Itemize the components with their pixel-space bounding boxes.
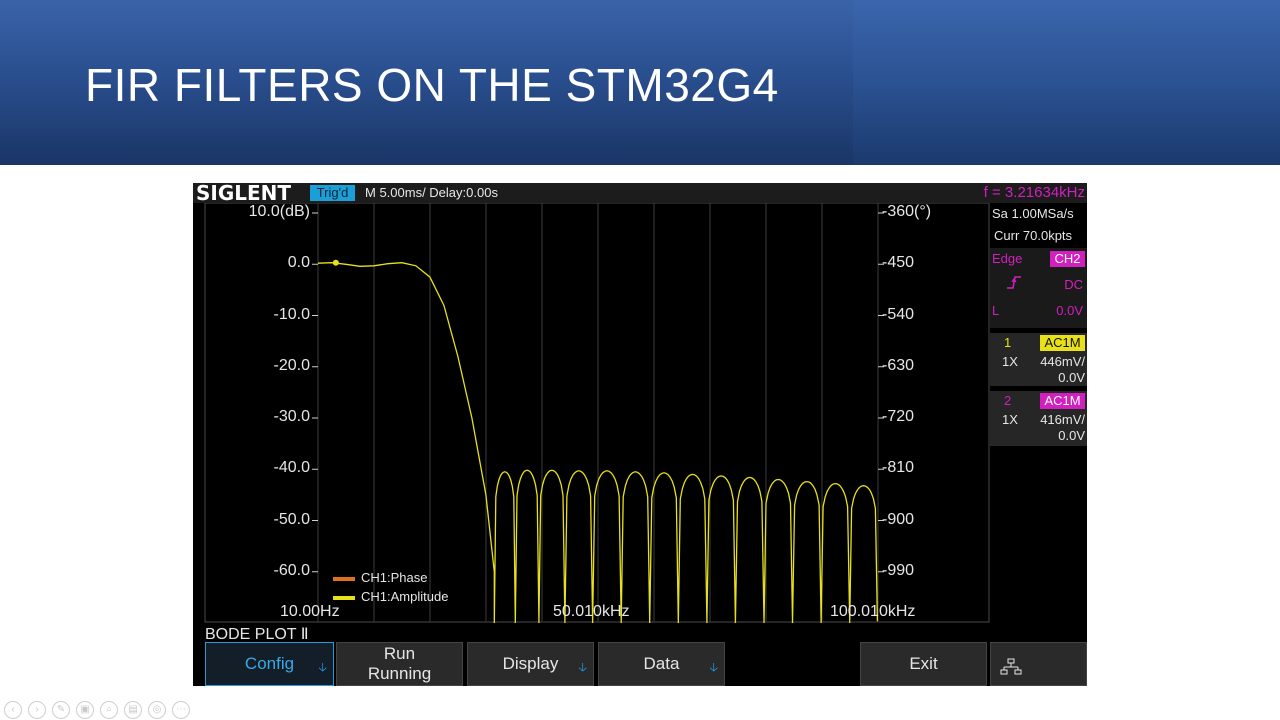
slide-title: FIR FILTERS ON THE STM32G4 xyxy=(85,59,779,111)
arrow-down-icon: 🡣 xyxy=(709,660,718,674)
exit-button-label: Exit xyxy=(909,654,938,673)
y-tick-label: -50.0 xyxy=(273,510,310,528)
prev-slide-icon[interactable]: ‹ xyxy=(4,701,22,719)
phase-tick-label: -900 xyxy=(882,510,915,528)
legend-phase: CH1:Phase xyxy=(333,570,427,585)
slide-controls[interactable]: ‹ › ✎ ▣ ⌕ ▤ ◎ ⋯ xyxy=(4,699,196,719)
channel-1-scale: 446mV/ xyxy=(1040,354,1085,369)
sample-rate: Sa 1.00MSa/s xyxy=(992,206,1074,221)
y-tick-label: -60.0 xyxy=(273,561,310,579)
current-points: Curr 70.0kpts xyxy=(994,228,1073,243)
run-button[interactable]: Run Running xyxy=(336,642,463,686)
subtitles-icon[interactable]: ▤ xyxy=(124,701,142,719)
network-button[interactable] xyxy=(990,642,1087,686)
arrow-down-icon: 🡣 xyxy=(318,660,327,674)
channel-1-panel[interactable]: 1 AC1M 1X 446mV/ 0.0V xyxy=(990,333,1087,386)
y-tick-label: 0.0 xyxy=(287,254,310,272)
zoom-icon[interactable]: ⌕ xyxy=(100,701,118,719)
channel-1-coupling-badge: AC1M xyxy=(1040,335,1085,351)
legend-amplitude: CH1:Amplitude xyxy=(333,589,448,604)
phase-tick-label: -630 xyxy=(882,356,915,374)
phase-tick-label: -540 xyxy=(882,305,915,323)
trigger-type: Edge xyxy=(992,251,1023,266)
mode-label: BODE PLOT Ⅱ xyxy=(205,626,309,643)
rising-edge-icon xyxy=(1006,274,1022,295)
legend-amplitude-swatch xyxy=(333,595,355,600)
trigger-level: 0.0V xyxy=(1056,303,1083,318)
channel-2-coupling-badge: AC1M xyxy=(1040,393,1085,409)
oscilloscope-screen: SIGLENT Trig'd M 5.00ms/ Delay:0.00s f =… xyxy=(193,183,1087,686)
y-tick-label: -10.0 xyxy=(273,305,310,323)
x-tick-label: 10.00Hz xyxy=(280,603,340,620)
next-slide-icon[interactable]: › xyxy=(28,701,46,719)
channel-2-panel[interactable]: 2 AC1M 1X 416mV/ 0.0V xyxy=(990,391,1087,446)
trigger-coupling: DC xyxy=(1064,277,1083,292)
legend-phase-swatch xyxy=(333,576,355,581)
phase-tick-label: -360(°) xyxy=(882,203,932,220)
status-bar: SIGLENT Trig'd M 5.00ms/ Delay:0.00s f =… xyxy=(193,183,1087,203)
frequency-readout: f = 3.21634kHz xyxy=(983,184,1085,201)
phase-tick-label: -720 xyxy=(882,408,915,425)
legend-amplitude-label: CH1:Amplitude xyxy=(361,589,449,604)
legend-phase-label: CH1:Phase xyxy=(361,570,428,585)
display-button-label: Display xyxy=(502,654,559,673)
channel-1-probe: 1X xyxy=(1002,354,1018,369)
channel-2-number: 2 xyxy=(1004,393,1012,408)
exit-button[interactable]: Exit xyxy=(860,642,987,686)
slides-icon[interactable]: ▣ xyxy=(76,701,94,719)
arrow-down-icon: 🡣 xyxy=(578,660,587,674)
x-tick-label: 100.010kHz xyxy=(830,603,916,620)
phase-tick-label: -450 xyxy=(882,254,915,272)
channel-2-probe: 1X xyxy=(1002,412,1018,427)
plot-frame xyxy=(204,203,990,623)
trigger-level-label: L xyxy=(992,303,1000,318)
camera-icon[interactable]: ◎ xyxy=(148,701,166,719)
timebase-readout: M 5.00ms/ Delay:0.00s xyxy=(365,185,498,200)
title-banner-right xyxy=(853,0,1280,165)
network-icon xyxy=(1000,658,1022,681)
trigger-status-badge: Trig'd xyxy=(310,185,355,201)
config-button-label: Config xyxy=(244,654,295,673)
channel-1-offset: 0.0V xyxy=(1058,370,1085,385)
config-button[interactable]: Config 🡣 xyxy=(205,642,334,686)
cursor-marker-dot xyxy=(332,259,339,266)
channel-1-number: 1 xyxy=(1004,335,1012,350)
channel-2-offset: 0.0V xyxy=(1058,428,1085,443)
bode-plot-chart xyxy=(204,203,990,623)
x-tick-label: 50.010kHz xyxy=(553,603,630,620)
y-tick-label: -40.0 xyxy=(273,459,310,477)
brand-logo: SIGLENT xyxy=(196,183,292,205)
y-tick-label: -30.0 xyxy=(273,408,310,425)
data-button[interactable]: Data 🡣 xyxy=(598,642,725,686)
phase-tick-label: -990 xyxy=(882,561,915,579)
more-icon[interactable]: ⋯ xyxy=(172,701,190,719)
trigger-source-badge: CH2 xyxy=(1050,251,1085,267)
y-tick-label: 10.0(dB) xyxy=(248,203,310,220)
trigger-panel[interactable]: Edge CH2 DC L 0.0V xyxy=(990,248,1087,328)
channel-2-scale: 416mV/ xyxy=(1040,412,1085,427)
data-button-label: Data xyxy=(643,654,680,673)
pen-icon[interactable]: ✎ xyxy=(52,701,70,719)
y-tick-label: -20.0 xyxy=(273,356,310,374)
display-button[interactable]: Display 🡣 xyxy=(467,642,594,686)
run-button-label: Run Running xyxy=(367,644,432,683)
phase-tick-label: -810 xyxy=(882,459,915,477)
